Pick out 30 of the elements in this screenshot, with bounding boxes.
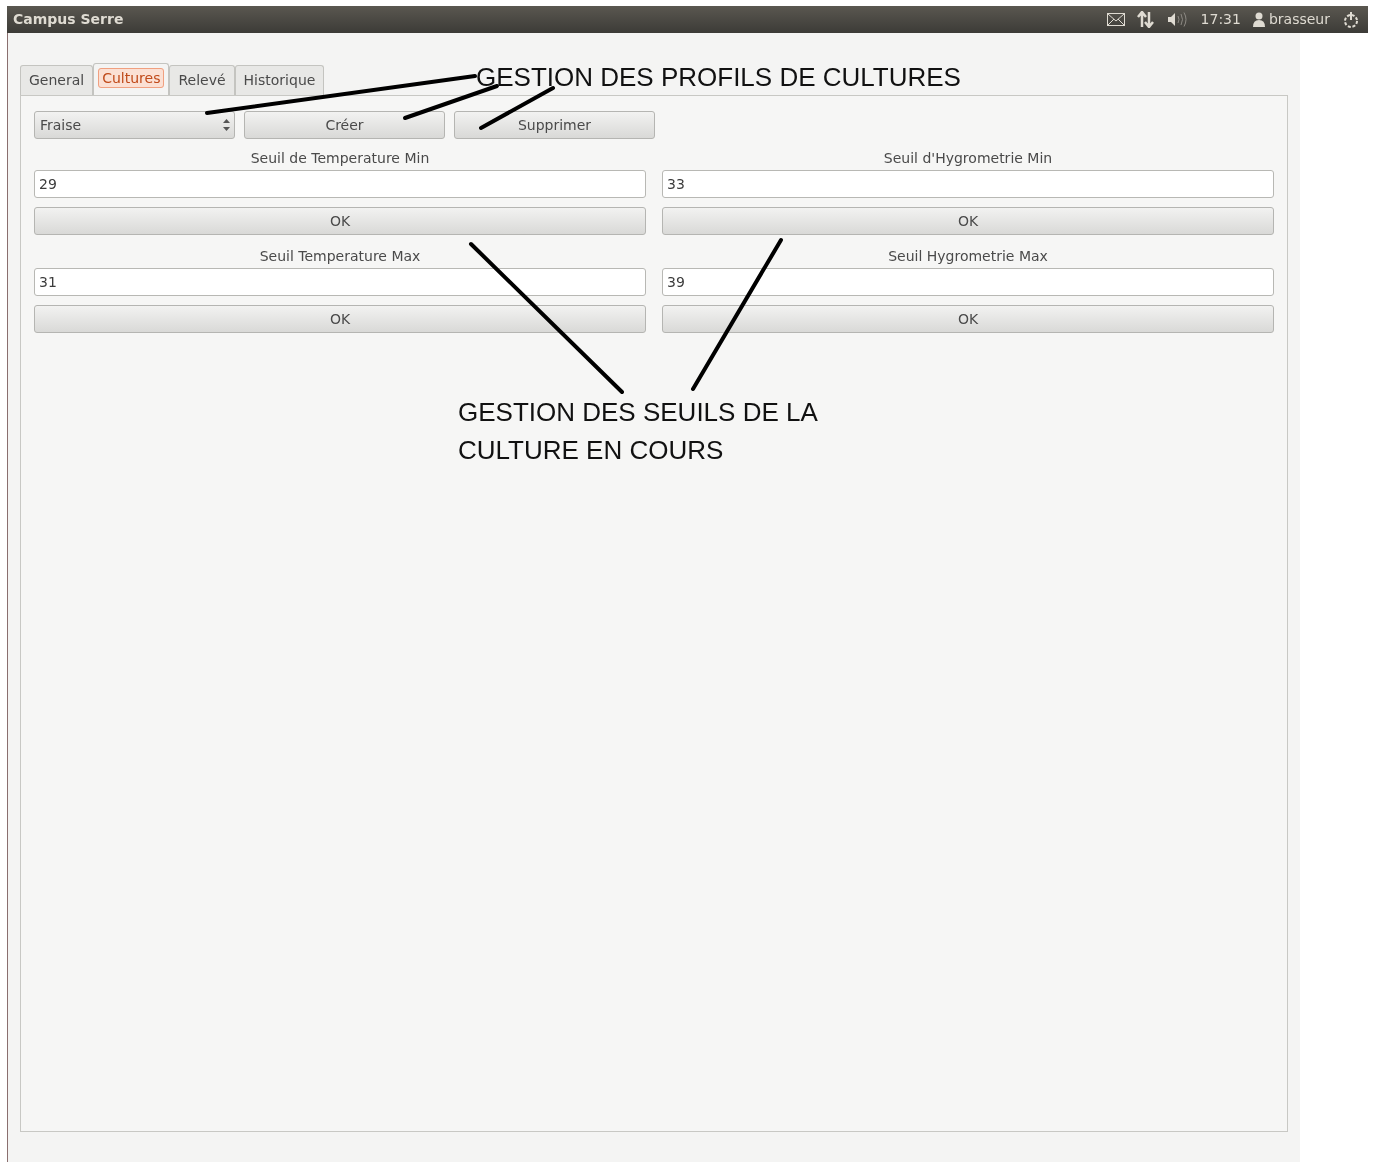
speaker-icon[interactable] bbox=[1166, 12, 1189, 27]
field-label: Seuil Temperature Max bbox=[258, 247, 422, 266]
tab[interactable]: Historique bbox=[234, 65, 325, 95]
person-icon[interactable] bbox=[1252, 12, 1265, 27]
field-label: Seuil d'Hygrometrie Min bbox=[882, 149, 1054, 168]
field-label: Seuil de Temperature Min bbox=[249, 149, 431, 168]
push-button[interactable]: Créer bbox=[244, 111, 445, 139]
mail-icon[interactable] bbox=[1106, 13, 1125, 26]
network-arrows-icon[interactable] bbox=[1136, 11, 1155, 28]
push-button[interactable]: Supprimer bbox=[454, 111, 655, 139]
tab[interactable]: Cultures bbox=[93, 63, 170, 95]
ok-button[interactable]: OK bbox=[662, 305, 1274, 333]
ok-button[interactable]: OK bbox=[34, 207, 646, 235]
ok-button[interactable]: OK bbox=[662, 207, 1274, 235]
tab[interactable]: General bbox=[20, 65, 94, 95]
input-field[interactable]: 33 bbox=[662, 170, 1274, 198]
annotation-text: GESTION DES SEUILS DE LA CULTURE EN COURS bbox=[458, 396, 818, 467]
window-title: Campus Serre bbox=[13, 10, 124, 29]
input-field[interactable]: 31 bbox=[34, 268, 646, 296]
annotation-text: GESTION DES PROFILS DE CULTURES bbox=[476, 61, 961, 94]
tab[interactable]: Relevé bbox=[169, 65, 235, 95]
user-name[interactable]: brasseur bbox=[1268, 9, 1330, 30]
power-gear-icon[interactable] bbox=[1342, 10, 1360, 29]
field-label: Seuil Hygrometrie Max bbox=[887, 247, 1049, 266]
culture-dropdown[interactable]: Fraise bbox=[34, 111, 235, 139]
input-field[interactable]: 29 bbox=[34, 170, 646, 198]
input-field[interactable]: 39 bbox=[662, 268, 1274, 296]
clock-time[interactable]: 17:31 bbox=[1200, 9, 1241, 30]
ok-button[interactable]: OK bbox=[34, 305, 646, 333]
spin-arrows-icon bbox=[223, 119, 230, 131]
